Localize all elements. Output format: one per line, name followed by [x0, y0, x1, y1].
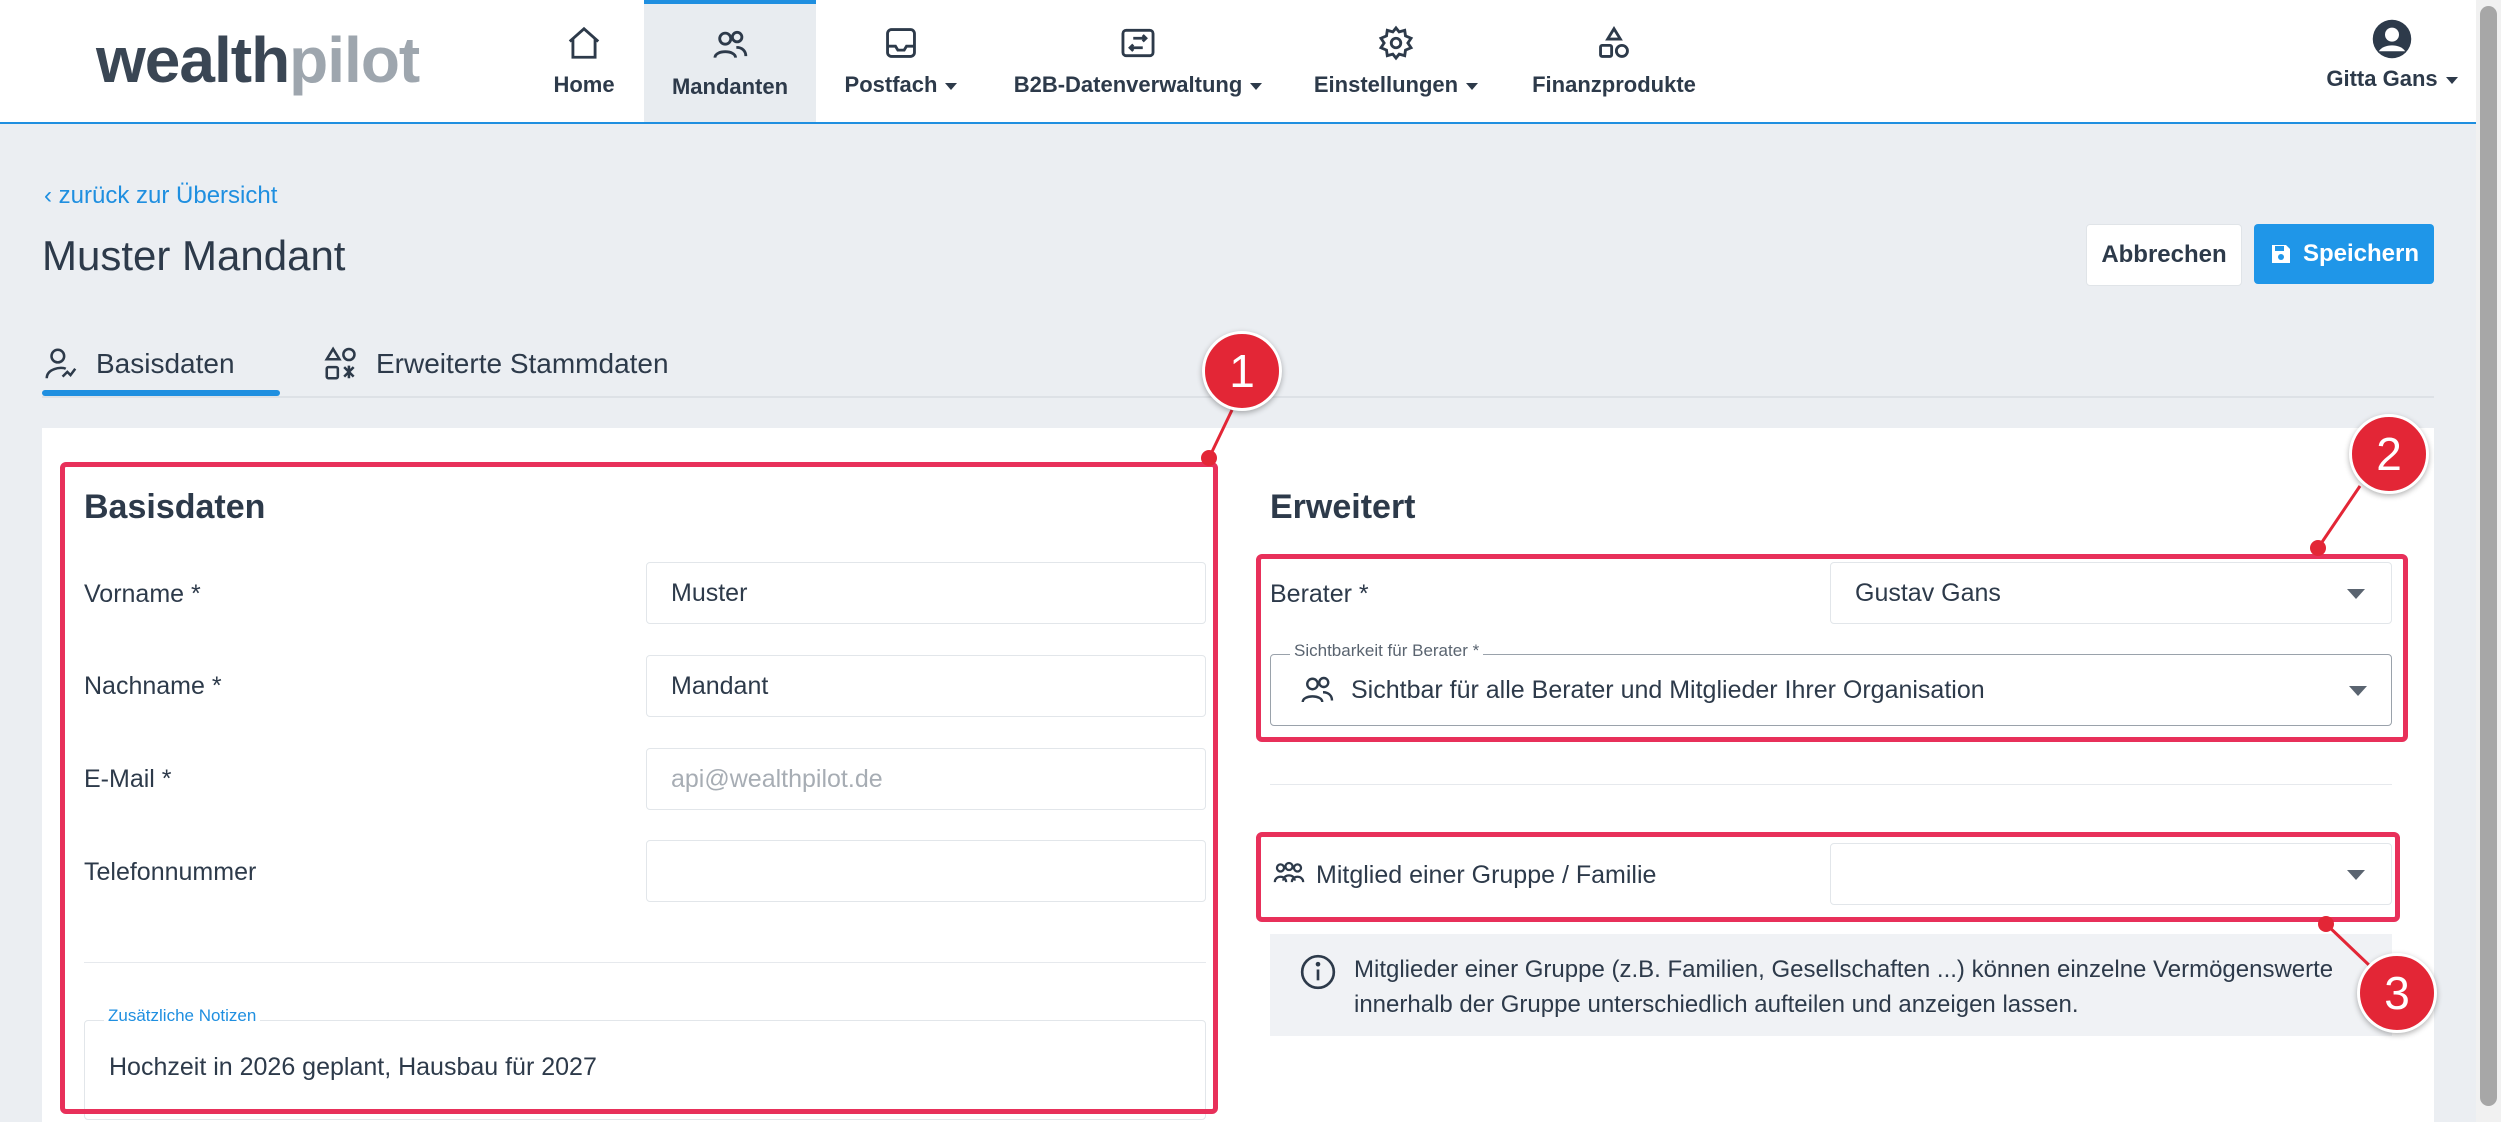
annotation-connectors	[1201, 409, 2372, 968]
annotation-badge-2: 2	[2349, 414, 2429, 494]
annotation-badge-3: 3	[2357, 953, 2437, 1033]
annotation-number: 2	[2376, 428, 2402, 480]
annotation-number: 1	[1229, 345, 1255, 397]
annotation-number: 3	[2384, 967, 2410, 1019]
annotation-badge-1: 1	[1202, 331, 1282, 411]
